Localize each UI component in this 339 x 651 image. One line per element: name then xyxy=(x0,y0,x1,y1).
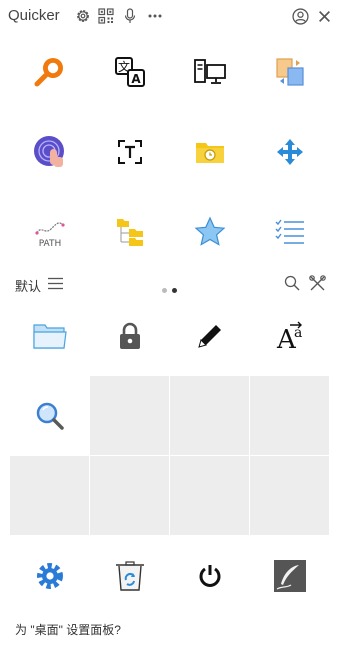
gear-icon[interactable] xyxy=(73,6,93,26)
action-power[interactable] xyxy=(170,536,250,616)
action-recycle-bin[interactable] xyxy=(90,536,170,616)
folder-tree-icon xyxy=(117,219,143,246)
move-arrows-icon xyxy=(277,139,303,165)
empty-slot[interactable] xyxy=(90,376,169,455)
action-lock[interactable] xyxy=(90,296,170,376)
action-computers[interactable] xyxy=(170,32,250,112)
power-icon xyxy=(199,565,221,587)
close-icon[interactable] xyxy=(314,6,334,26)
search-key-icon xyxy=(34,58,63,87)
magnifier-icon xyxy=(36,402,64,430)
app-title: Quicker xyxy=(8,7,60,24)
action-translate[interactable]: 文 A xyxy=(90,32,170,112)
action-folder-clock[interactable] xyxy=(170,112,250,192)
touch-fingerprint-icon xyxy=(34,136,64,167)
action-folder-tree[interactable] xyxy=(90,192,170,272)
translate-icon: 文 A xyxy=(115,57,145,87)
action-path[interactable]: PATH xyxy=(10,192,90,272)
microphone-icon[interactable] xyxy=(120,6,140,26)
computers-icon xyxy=(194,59,226,84)
clipboard-swap-icon xyxy=(276,58,304,86)
settings-gear-icon xyxy=(37,563,63,589)
lock-icon xyxy=(120,322,140,349)
font-size-icon: A a xyxy=(276,321,302,352)
tools-icon[interactable] xyxy=(309,275,326,297)
path-icon: PATH xyxy=(35,222,65,249)
empty-slot[interactable] xyxy=(250,376,329,455)
action-font-size[interactable]: A a xyxy=(250,296,330,376)
action-open-folder[interactable] xyxy=(10,296,90,376)
panel-name-label[interactable]: 默认 xyxy=(15,276,41,295)
action-checklist[interactable] xyxy=(250,192,330,272)
folder-icon xyxy=(33,324,67,349)
checklist-icon xyxy=(275,219,304,244)
pencil-icon xyxy=(198,325,221,348)
text-recognition-icon xyxy=(118,140,142,164)
empty-slot[interactable] xyxy=(170,456,249,535)
page-dot-2[interactable] xyxy=(172,288,177,293)
empty-slot[interactable] xyxy=(10,456,89,535)
star-icon xyxy=(194,216,226,246)
title-bar: Quicker xyxy=(0,0,339,32)
action-move-arrows[interactable] xyxy=(250,112,330,192)
search-icon[interactable] xyxy=(284,275,300,296)
svg-text:A: A xyxy=(131,72,141,86)
folder-clock-icon xyxy=(196,143,224,163)
empty-slot[interactable] xyxy=(170,376,249,455)
action-star[interactable] xyxy=(170,192,250,272)
empty-slot[interactable] xyxy=(90,456,169,535)
action-feather-note[interactable] xyxy=(250,536,330,616)
user-circle-icon[interactable] xyxy=(290,6,310,26)
set-panel-prompt[interactable]: 为 "桌面" 设置面板? xyxy=(15,621,121,638)
svg-text:PATH: PATH xyxy=(39,239,62,249)
action-clipboard-swap[interactable] xyxy=(250,32,330,112)
recycle-bin-icon xyxy=(116,561,144,591)
menu-icon[interactable] xyxy=(48,277,63,295)
action-search-key[interactable] xyxy=(10,32,90,112)
action-magnifier[interactable] xyxy=(10,376,90,456)
action-pencil[interactable] xyxy=(170,296,250,376)
page-dot-1[interactable] xyxy=(162,288,167,293)
feather-note-icon xyxy=(274,560,306,592)
qr-code-icon[interactable] xyxy=(96,6,116,26)
action-settings[interactable] xyxy=(10,536,90,616)
more-icon[interactable] xyxy=(145,6,165,26)
action-touch-fingerprint[interactable] xyxy=(10,112,90,192)
empty-slot[interactable] xyxy=(250,456,329,535)
action-text-recognition[interactable] xyxy=(90,112,170,192)
